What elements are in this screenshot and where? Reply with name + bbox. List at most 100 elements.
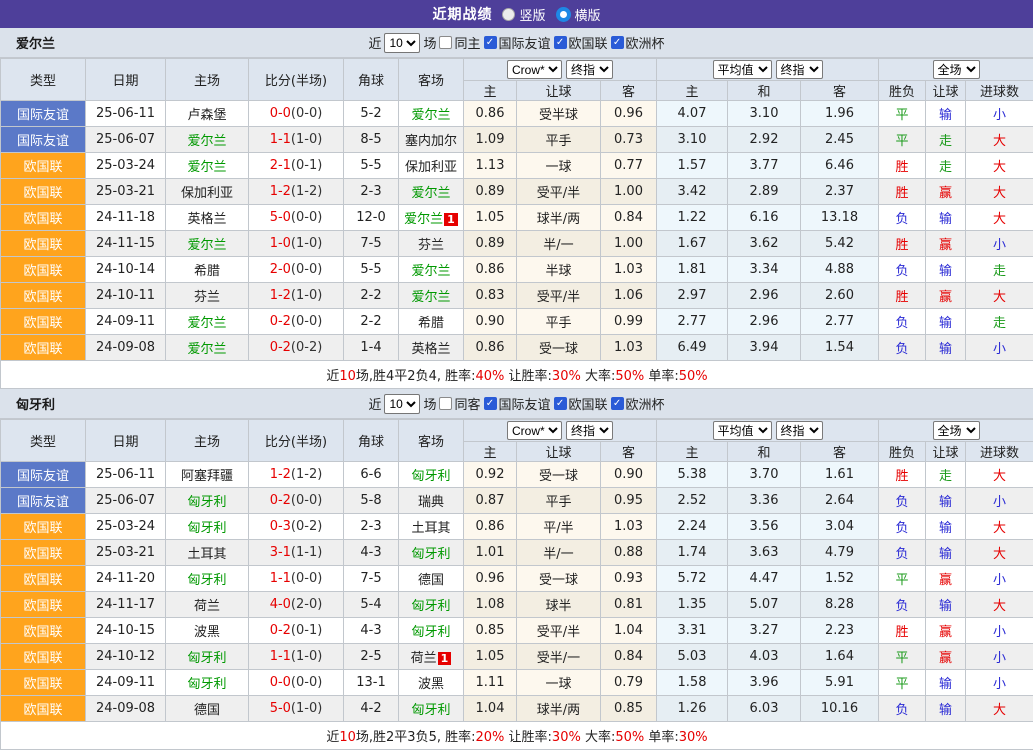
- result-goals: 大: [966, 696, 1033, 722]
- match-date: 24-10-14: [86, 257, 166, 283]
- match-date: 25-03-24: [86, 153, 166, 179]
- match-row: 国际友谊25-06-11卢森堡0-0(0-0)5-2爱尔兰0.86受半球0.96…: [1, 101, 1033, 127]
- checkbox-icon[interactable]: ✓: [484, 397, 497, 410]
- score-fulltime: 0-2: [270, 623, 291, 638]
- same-venue-filter[interactable]: 同客: [439, 394, 480, 413]
- match-date: 25-03-24: [86, 514, 166, 540]
- odds-home: 1.11: [464, 670, 517, 696]
- match-type: 欧国联: [1, 540, 86, 566]
- match-date: 25-03-21: [86, 540, 166, 566]
- away-team: 希腊: [399, 309, 464, 335]
- average-stage-select[interactable]: 终指: [776, 421, 823, 440]
- checkbox-icon[interactable]: [439, 36, 452, 49]
- score-cell: 1-1(1-0): [249, 127, 344, 153]
- average-select[interactable]: 平均值: [713, 421, 772, 440]
- average-group: 平均值终指: [657, 420, 879, 442]
- bookmaker-stage-select[interactable]: 终指: [566, 60, 613, 79]
- avg-home: 5.03: [657, 644, 728, 670]
- score-halftime: (0-0): [291, 314, 322, 329]
- league-filter-euro[interactable]: ✓ 欧洲杯: [611, 33, 665, 52]
- scope-select[interactable]: 全场: [933, 421, 980, 440]
- avg-draw: 3.63: [728, 540, 801, 566]
- match-row: 欧国联25-03-24爱尔兰2-1(0-1)5-5保加利亚1.13一球0.771…: [1, 153, 1033, 179]
- match-type: 欧国联: [1, 257, 86, 283]
- league-filter-friendly[interactable]: ✓ 国际友谊: [484, 394, 551, 413]
- layout-option-vertical[interactable]: 竖版: [502, 5, 545, 24]
- bookmaker-select[interactable]: Crow*: [507, 421, 562, 440]
- league-filter-euro[interactable]: ✓ 欧洲杯: [611, 394, 665, 413]
- avg-draw: 6.03: [728, 696, 801, 722]
- score-fulltime: 5-0: [270, 701, 291, 716]
- checkbox-icon[interactable]: ✓: [611, 36, 624, 49]
- odds-away: 1.00: [601, 179, 657, 205]
- recent-count-select[interactable]: 10: [384, 33, 420, 53]
- result-wdl: 负: [879, 592, 926, 618]
- bookmaker-stage-select[interactable]: 终指: [566, 421, 613, 440]
- odds-handicap: 平手: [517, 488, 601, 514]
- match-type: 欧国联: [1, 231, 86, 257]
- col-result-goals: 进球数: [966, 81, 1033, 101]
- avg-away: 2.60: [801, 283, 879, 309]
- odds-handicap: 球半/两: [517, 205, 601, 231]
- col-corner: 角球: [344, 420, 399, 462]
- away-team: 爱尔兰: [399, 283, 464, 309]
- summary-segment: 50%: [615, 369, 644, 384]
- score-halftime: (0-0): [291, 493, 322, 508]
- score-fulltime: 0-0: [270, 106, 291, 121]
- checkbox-icon[interactable]: ✓: [611, 397, 624, 410]
- col-avg-draw: 和: [728, 442, 801, 462]
- result-handicap: 赢: [926, 566, 966, 592]
- match-row: 国际友谊25-06-11阿塞拜疆1-2(1-2)6-6匈牙利0.92受一球0.9…: [1, 462, 1033, 488]
- section-header: 爱尔兰 近 10 场 同主 ✓ 国际友谊 ✓ 欧国联 ✓ 欧洲杯: [0, 28, 1033, 58]
- score-halftime: (0-0): [291, 106, 322, 121]
- radio-icon[interactable]: [556, 7, 571, 22]
- score-cell: 0-2(0-1): [249, 618, 344, 644]
- league-filter-nations-league[interactable]: ✓ 欧国联: [554, 394, 608, 413]
- avg-draw: 4.03: [728, 644, 801, 670]
- odds-away: 0.96: [601, 101, 657, 127]
- result-goals: 小: [966, 488, 1033, 514]
- same-venue-filter[interactable]: 同主: [439, 33, 480, 52]
- radio-icon[interactable]: [502, 8, 515, 21]
- away-team: 芬兰: [399, 231, 464, 257]
- home-team: 爱尔兰: [166, 309, 249, 335]
- average-stage-select[interactable]: 终指: [776, 60, 823, 79]
- bookmaker-select[interactable]: Crow*: [507, 60, 562, 79]
- league-filter-nations-league[interactable]: ✓ 欧国联: [554, 33, 608, 52]
- odds-handicap: 受平/半: [517, 618, 601, 644]
- recent-count-select[interactable]: 10: [384, 394, 420, 414]
- home-team: 阿塞拜疆: [166, 462, 249, 488]
- avg-draw: 2.92: [728, 127, 801, 153]
- match-row: 欧国联24-10-11芬兰1-2(1-0)2-2爱尔兰0.83受平/半1.062…: [1, 283, 1033, 309]
- avg-home: 2.24: [657, 514, 728, 540]
- checkbox-icon[interactable]: ✓: [554, 397, 567, 410]
- scope-select[interactable]: 全场: [933, 60, 980, 79]
- result-wdl: 负: [879, 335, 926, 361]
- odds-away: 0.88: [601, 540, 657, 566]
- layout-option-horizontal[interactable]: 横版: [556, 5, 601, 24]
- score-cell: 1-1(0-0): [249, 566, 344, 592]
- team-name: 匈牙利: [16, 394, 55, 413]
- score-fulltime: 1-2: [270, 184, 291, 199]
- league-filter-friendly[interactable]: ✓ 国际友谊: [484, 33, 551, 52]
- home-team: 土耳其: [166, 540, 249, 566]
- avg-away: 13.18: [801, 205, 879, 231]
- match-date: 24-09-08: [86, 696, 166, 722]
- result-handicap: 赢: [926, 644, 966, 670]
- odds-home: 1.09: [464, 127, 517, 153]
- col-score: 比分(半场): [249, 420, 344, 462]
- result-handicap: 赢: [926, 179, 966, 205]
- layout-option-horizontal-label: 横版: [575, 5, 601, 24]
- checkbox-icon[interactable]: ✓: [484, 36, 497, 49]
- result-wdl: 负: [879, 540, 926, 566]
- col-away: 客场: [399, 59, 464, 101]
- average-select[interactable]: 平均值: [713, 60, 772, 79]
- checkbox-icon[interactable]: ✓: [554, 36, 567, 49]
- corner-score: 5-8: [344, 488, 399, 514]
- league-filter-nations-league-label: 欧国联: [569, 394, 608, 413]
- checkbox-icon[interactable]: [439, 397, 452, 410]
- match-row: 欧国联24-09-08德国5-0(1-0)4-2匈牙利1.04球半/两0.851…: [1, 696, 1033, 722]
- result-handicap: 输: [926, 257, 966, 283]
- score-cell: 1-2(1-0): [249, 283, 344, 309]
- avg-home: 1.81: [657, 257, 728, 283]
